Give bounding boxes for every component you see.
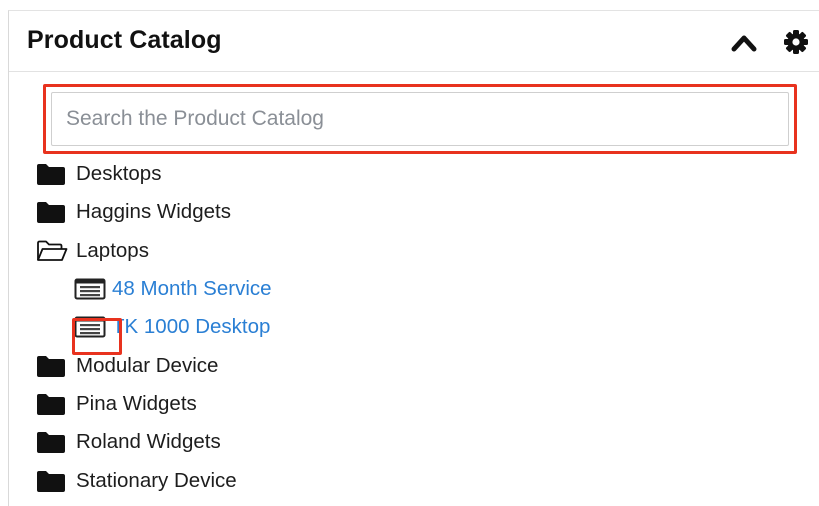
- tree-product-tk-1000-desktop[interactable]: TK 1000 Desktop: [36, 308, 819, 346]
- folder-open-icon: [36, 238, 68, 264]
- tree-folder-haggins-widgets[interactable]: Haggins Widgets: [36, 193, 819, 231]
- folder-icon: [36, 391, 68, 417]
- tree-item-label: Stationary Device: [76, 468, 237, 492]
- gear-icon: [784, 30, 808, 54]
- tree-folder-modular-device[interactable]: Modular Device: [36, 346, 819, 384]
- folder-icon: [36, 199, 68, 225]
- tree-item-label: Laptops: [76, 238, 149, 262]
- tree-item-label: Desktops: [76, 162, 162, 186]
- tree-folder-stationary-device[interactable]: Stationary Device: [36, 461, 819, 499]
- product-list-icon: [74, 314, 106, 340]
- dashlet-header: Product Catalog: [9, 11, 819, 72]
- settings-button[interactable]: [781, 27, 811, 57]
- tree-product-48-month-service[interactable]: 48 Month Service: [36, 270, 819, 308]
- tree-folder-desktops[interactable]: Desktops: [36, 155, 819, 193]
- search-highlight-box: [43, 84, 797, 154]
- folder-icon: [36, 353, 68, 379]
- tree-item-label: Pina Widgets: [76, 391, 197, 415]
- folder-icon: [36, 161, 68, 187]
- search-input[interactable]: [51, 92, 789, 146]
- product-link[interactable]: TK 1000 Desktop: [112, 315, 270, 339]
- dashlet-title: Product Catalog: [27, 26, 222, 54]
- folder-icon: [36, 468, 68, 494]
- tree-item-label: Modular Device: [76, 353, 219, 377]
- tree-folder-laptops[interactable]: Laptops: [36, 232, 819, 270]
- tree-item-label: Roland Widgets: [76, 430, 221, 454]
- chevron-up-icon: [731, 35, 757, 52]
- product-list-icon: [74, 276, 106, 302]
- folder-icon: [36, 429, 68, 455]
- catalog-tree: Desktops Haggins Widgets Laptops 48 Mont…: [36, 155, 819, 500]
- product-link[interactable]: 48 Month Service: [112, 277, 272, 301]
- tree-folder-roland-widgets[interactable]: Roland Widgets: [36, 423, 819, 461]
- tree-folder-pina-widgets[interactable]: Pina Widgets: [36, 385, 819, 423]
- collapse-button[interactable]: [729, 29, 759, 55]
- tree-item-label: Haggins Widgets: [76, 200, 231, 224]
